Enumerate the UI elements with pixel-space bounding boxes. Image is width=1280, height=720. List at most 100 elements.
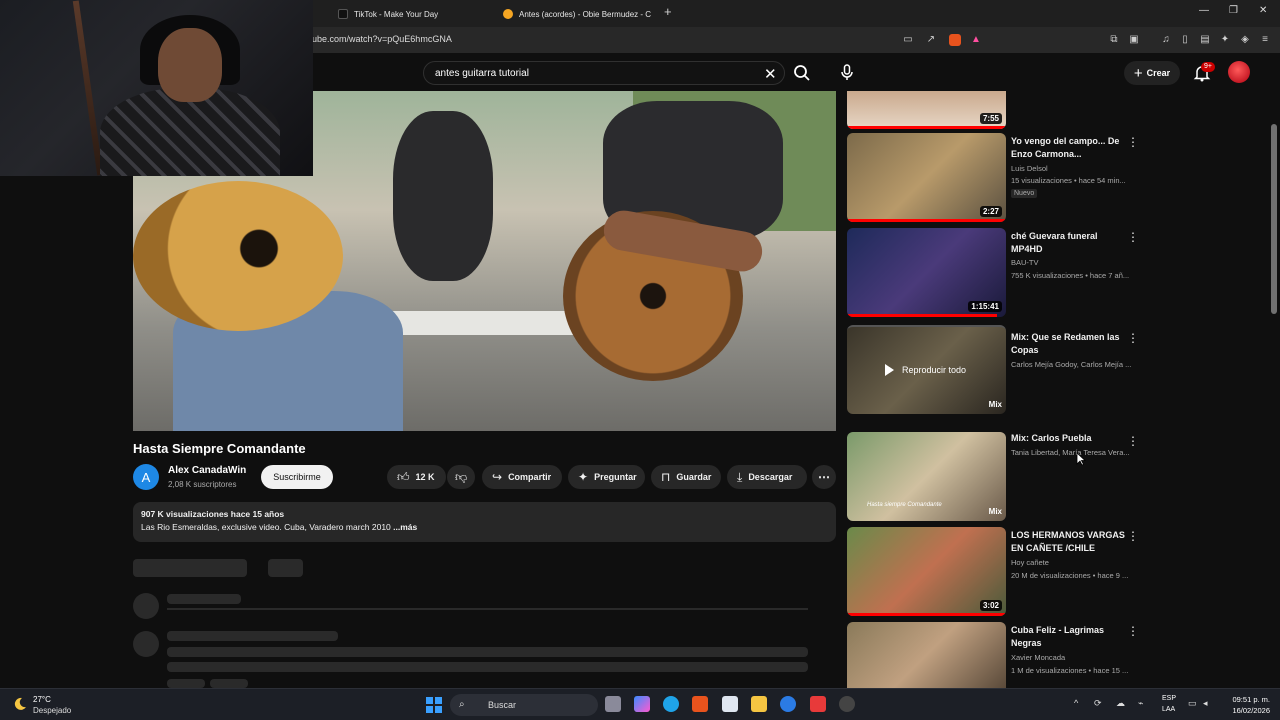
taskbar-search[interactable]: ⌕ Buscar [450,694,598,716]
recommendation-mix[interactable]: Hasta siempre Comandante Mix Mix: Carlos… [847,432,1147,524]
edge-icon[interactable] [663,696,679,712]
sync-icon[interactable]: ⟳ [1094,698,1102,709]
more-options-icon[interactable]: ⋮ [1127,331,1139,345]
recommendation-channel[interactable]: BAU-TV [1011,258,1141,267]
recommendation-mix[interactable]: Reproducir todo Mix Mix: Que se Redamen … [847,325,1147,417]
task-view-icon[interactable] [605,696,621,712]
video-title: Hasta Siempre Comandante [133,441,306,456]
store-icon[interactable] [722,696,738,712]
video-thumbnail[interactable] [847,622,1006,688]
recommendation-title[interactable]: ché Guevara funeral MP4HD [1011,230,1129,256]
keyboard-layout[interactable]: LAA [1162,706,1175,713]
screenshot-icon[interactable]: ▣ [1128,34,1140,46]
clock-date[interactable]: 16/02/2026 [1224,706,1270,715]
recommendation-meta: 15 visualizaciones • hace 54 min... [1011,176,1126,185]
recommendation-item[interactable]: 7:55 [847,91,1147,130]
brave-icon[interactable] [692,696,708,712]
menu-icon[interactable]: ≡ [1259,34,1271,46]
search-icon[interactable] [793,64,811,82]
restore-icon[interactable]: ❐ [1229,5,1238,16]
app-icon[interactable] [810,696,826,712]
clock-time[interactable]: 09:51 p. m. [1226,695,1270,704]
volume-icon[interactable]: ◂ [1203,698,1208,709]
mix-thumbnail[interactable]: Hasta siempre Comandante Mix [847,432,1006,521]
browser-tab-tiktok[interactable]: TikTok - Make Your Day [338,4,488,24]
description-box[interactable]: 907 K visualizaciones hace 15 años Las R… [133,502,836,542]
recommendation-channel[interactable]: Luis Delsol [1011,164,1141,173]
recommendation-item[interactable]: 1:15:41 ché Guevara funeral MP4HD BAU-TV… [847,228,1147,320]
url-field[interactable]: ube.com/watch?v=pQuE6hmcGNA [312,34,452,44]
recommendation-item[interactable]: 3:02 LOS HERMANOS VARGAS EN CAÑETE /CHIL… [847,527,1147,619]
view-stats: 907 K visualizaciones hace 15 años [141,509,285,519]
play-all-overlay[interactable]: Reproducir todo [885,364,966,376]
recommendation-channel[interactable]: Hoy cañete [1011,558,1141,567]
recommendation-title[interactable]: Cuba Feliz - Lagrimas Negras [1011,624,1129,650]
language-indicator[interactable]: ESP [1162,695,1176,702]
chevron-up-icon[interactable]: ^ [1074,698,1078,708]
sidebar-icon[interactable]: ▯ [1179,34,1191,46]
download-button[interactable]: ⤓ Descargar [727,465,807,489]
share-page-icon[interactable]: ↗ [925,34,937,46]
copilot-icon[interactable] [634,696,650,712]
create-button[interactable]: + Crear [1124,61,1180,85]
app-icon[interactable] [780,696,796,712]
video-thumbnail[interactable]: 2:27 [847,133,1006,222]
display-icon[interactable]: ▭ [1188,698,1197,709]
user-avatar[interactable] [1228,61,1250,83]
recommendation-title[interactable]: Yo vengo del campo... De Enzo Carmona... [1011,135,1129,161]
recommendation-channel[interactable]: Xavier Moncada [1011,653,1141,662]
save-button[interactable]: ⊓ Guardar [651,465,721,489]
video-thumbnail[interactable]: 1:15:41 [847,228,1006,317]
more-actions-icon[interactable]: ⋯ [812,465,836,489]
mouse-cursor-icon [1076,452,1086,466]
channel-avatar[interactable]: A [133,464,159,490]
microphone-icon[interactable] [838,63,856,81]
rewards-icon[interactable]: ▲ [970,34,982,46]
cloud-icon[interactable]: ☁ [1116,698,1125,709]
windows-start-icon[interactable] [426,697,442,713]
video-duration: 2:27 [979,206,1002,217]
weather-temperature[interactable]: 27°C [33,695,51,704]
video-thumbnail[interactable]: 3:02 [847,527,1006,616]
ask-button[interactable]: ✦ Preguntar [568,465,645,489]
cast-icon[interactable]: ▭ [902,34,914,46]
extensions-icon[interactable]: ⧉ [1108,34,1120,46]
recommendation-item[interactable]: 2:27 Yo vengo del campo... De Enzo Carmo… [847,133,1147,225]
new-tab-button[interactable]: + [664,4,672,19]
search-input[interactable]: antes guitarra tutorial ✕ [423,61,785,85]
leo-ai-icon[interactable]: ✦ [1219,34,1231,46]
recommendation-item[interactable]: Cuba Feliz - Lagrimas Negras Xavier Monc… [847,622,1147,688]
more-options-icon[interactable]: ⋮ [1127,135,1139,149]
like-button[interactable]: 👍︎ 12 K [387,465,446,489]
minimize-icon[interactable]: — [1199,5,1209,16]
more-options-icon[interactable]: ⋮ [1127,434,1139,448]
clear-search-icon[interactable]: ✕ [764,65,777,83]
more-options-icon[interactable]: ⋮ [1127,624,1139,638]
show-more-link[interactable]: ...más [393,522,417,532]
recommendation-channel[interactable]: Carlos Mejía Godoy, Carlos Mejía ... [1011,360,1141,369]
mix-thumbnail[interactable]: Reproducir todo Mix [847,325,1006,414]
recommendation-title[interactable]: Mix: Carlos Puebla [1011,432,1129,445]
video-thumbnail[interactable]: 7:55 [847,91,1006,129]
app-icon[interactable] [839,696,855,712]
close-window-icon[interactable]: ✕ [1259,5,1267,16]
music-icon[interactable]: ♫ [1160,34,1172,46]
microphone-icon[interactable]: ⌁ [1138,698,1143,709]
more-options-icon[interactable]: ⋮ [1127,529,1139,543]
file-explorer-icon[interactable] [751,696,767,712]
wallet-icon[interactable]: ▤ [1199,34,1211,46]
recommendation-title[interactable]: LOS HERMANOS VARGAS EN CAÑETE /CHILE [1011,529,1129,555]
recommendation-title[interactable]: Mix: Que se Redamen las Copas [1011,331,1129,357]
browser-tab-chords[interactable]: Antes (acordes) - Obie Bermudez - C [503,4,653,24]
watched-progress-bar [847,126,1006,129]
weather-description[interactable]: Despejado [33,706,71,715]
subscribe-button[interactable]: Suscribirme [261,465,333,489]
dislike-button[interactable]: 👎︎ [447,465,475,489]
moon-weather-icon[interactable] [13,697,27,711]
share-button[interactable]: ↪ Compartir [482,465,562,489]
page-scrollbar[interactable] [1271,124,1277,314]
vpn-icon[interactable]: ◈ [1239,34,1251,46]
more-options-icon[interactable]: ⋮ [1127,230,1139,244]
channel-name[interactable]: Alex CanadaWin [168,465,246,476]
brave-shields-icon[interactable] [949,34,961,46]
